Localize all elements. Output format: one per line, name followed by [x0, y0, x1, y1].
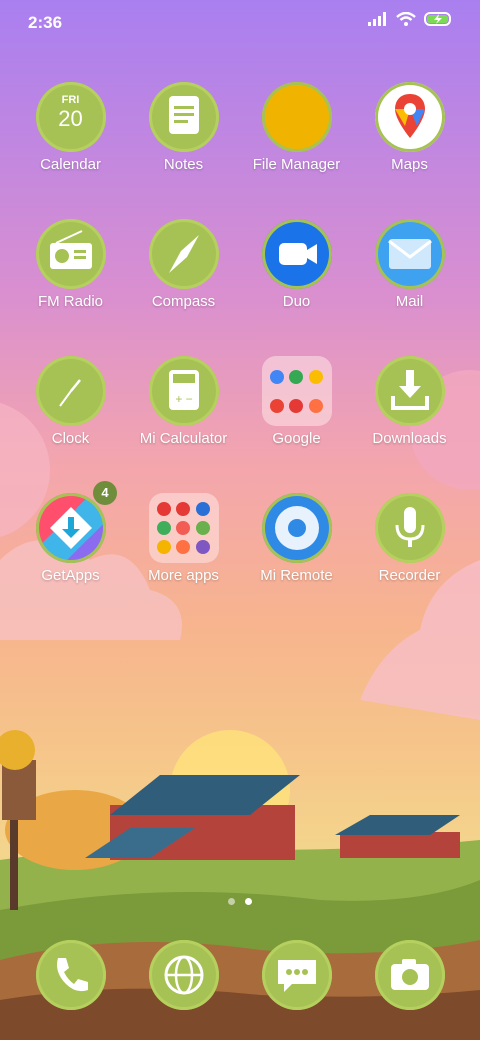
calendar-icon: FRI 20	[35, 82, 106, 152]
compass-icon	[148, 219, 219, 289]
globe-icon	[148, 940, 219, 1010]
download-icon	[374, 356, 445, 426]
microphone-icon	[374, 493, 445, 563]
app-label: Recorder	[378, 567, 441, 584]
app-notes[interactable]: Notes	[127, 82, 240, 173]
radio-icon	[35, 219, 106, 289]
app-label: Downloads	[372, 430, 447, 447]
notification-badge: 4	[93, 481, 117, 505]
app-label: Mi Remote	[260, 567, 333, 584]
dock-camera[interactable]	[353, 940, 466, 1010]
app-downloads[interactable]: Downloads	[353, 356, 466, 447]
app-label: Calendar	[40, 156, 101, 173]
signal-icon	[368, 12, 388, 31]
folder-google[interactable]: Google	[240, 356, 353, 447]
app-recorder[interactable]: Recorder	[353, 493, 466, 584]
dock-messages[interactable]	[240, 940, 353, 1010]
app-maps[interactable]: Maps	[353, 82, 466, 173]
dock-browser[interactable]	[127, 940, 240, 1010]
app-label: More apps	[148, 567, 219, 584]
app-label: Mi Calculator	[139, 430, 228, 447]
app-file-manager[interactable]: File Manager	[240, 82, 353, 173]
svg-text:+ −: + −	[175, 392, 192, 406]
battery-charging-icon	[424, 12, 454, 31]
app-label: Mail	[395, 293, 424, 310]
messages-icon	[261, 940, 332, 1010]
page-indicator[interactable]	[0, 898, 480, 905]
app-fm-radio[interactable]: FM Radio	[14, 219, 127, 310]
page-dot[interactable]	[228, 898, 235, 905]
app-mail[interactable]: Mail	[353, 219, 466, 310]
app-label: Google	[272, 430, 321, 447]
app-compass[interactable]: Compass	[127, 219, 240, 310]
getapps-icon	[35, 493, 106, 563]
notes-icon	[148, 82, 219, 152]
folder-more-apps[interactable]: More apps	[127, 493, 240, 584]
app-calendar[interactable]: FRI 20 Calendar	[14, 82, 127, 173]
status-bar: 2:36	[0, 0, 480, 44]
calculator-icon: + −	[148, 356, 219, 426]
page-dot-active[interactable]	[245, 898, 252, 905]
app-duo[interactable]: Duo	[240, 219, 353, 310]
app-label: Notes	[163, 156, 204, 173]
dock-phone[interactable]	[14, 940, 127, 1010]
phone-icon	[35, 940, 106, 1010]
camera-icon	[374, 940, 445, 1010]
remote-icon	[261, 493, 332, 563]
maps-pin-icon	[374, 82, 445, 152]
envelope-icon	[374, 219, 445, 289]
more-apps-folder-icon	[148, 493, 219, 563]
app-label: Maps	[391, 156, 428, 173]
app-mi-remote[interactable]: Mi Remote	[240, 493, 353, 584]
app-mi-calculator[interactable]: + − Mi Calculator	[127, 356, 240, 447]
app-label: Duo	[282, 293, 311, 310]
app-getapps[interactable]: 4 GetApps	[14, 481, 127, 584]
dock	[14, 940, 466, 1012]
app-clock[interactable]: Clock	[14, 356, 127, 447]
clock-icon	[35, 356, 106, 426]
app-label: GetApps	[41, 567, 100, 584]
video-camera-icon	[261, 219, 332, 289]
folder-icon	[261, 82, 332, 152]
app-label: Clock	[51, 430, 90, 447]
wifi-icon	[396, 11, 416, 31]
status-time: 2:36	[28, 13, 63, 32]
app-label: Compass	[151, 293, 216, 310]
app-label: File Manager	[252, 156, 341, 173]
app-label: FM Radio	[37, 293, 104, 310]
google-folder-icon	[261, 356, 332, 426]
